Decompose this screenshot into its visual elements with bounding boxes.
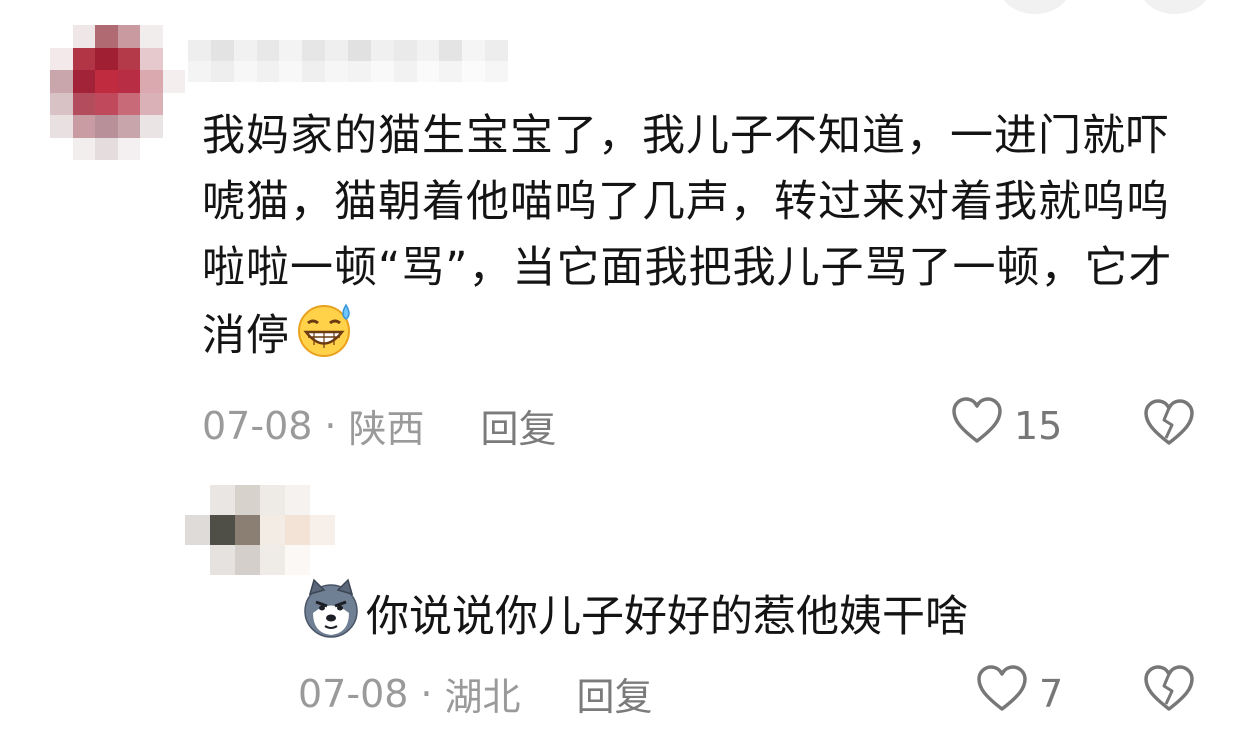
like-count: 15 xyxy=(1014,403,1063,448)
comment-text: 你说说你儿子好好的惹他姨干啥 xyxy=(298,578,968,656)
top-action-circle[interactable] xyxy=(1140,0,1210,14)
heart-outline-icon[interactable] xyxy=(975,664,1029,723)
heart-outline-icon[interactable] xyxy=(950,396,1004,455)
reply-button[interactable]: 回复 xyxy=(577,666,653,721)
broken-heart-icon[interactable] xyxy=(1142,399,1196,452)
meta-separator: · xyxy=(324,403,337,448)
avatar[interactable] xyxy=(50,25,185,160)
comment-date: 07-08 xyxy=(298,671,409,716)
username[interactable] xyxy=(188,40,508,82)
comment-text: 我妈家的猫生宝宝了，我儿子不知道，一进门就吓唬猫，猫朝着他喵呜了几声，转过来对着… xyxy=(202,103,1212,376)
broken-heart-icon[interactable] xyxy=(1142,665,1196,718)
comment-meta: 07-08 · 陕西 回复 xyxy=(202,398,557,453)
like-button[interactable]: 7 xyxy=(975,664,1063,723)
comment-meta: 07-08 · 湖北 回复 xyxy=(298,666,653,721)
reply-button[interactable]: 回复 xyxy=(481,398,557,453)
meta-separator: · xyxy=(420,671,433,716)
like-button[interactable]: 15 xyxy=(950,396,1062,455)
husky-dog-emoji-icon xyxy=(300,578,362,656)
avatar[interactable] xyxy=(185,485,360,575)
comment-date: 07-08 xyxy=(202,403,313,448)
grinning-sweat-emoji-icon xyxy=(292,301,358,376)
comment-location: 湖北 xyxy=(444,675,521,719)
like-count: 7 xyxy=(1039,671,1064,716)
comment-location: 陕西 xyxy=(348,407,425,451)
dislike-button[interactable] xyxy=(1142,398,1196,452)
dislike-button[interactable] xyxy=(1142,664,1196,718)
comment-body: 你说说你儿子好好的惹他姨干啥 xyxy=(366,592,968,642)
top-action-circle[interactable] xyxy=(1000,0,1070,14)
